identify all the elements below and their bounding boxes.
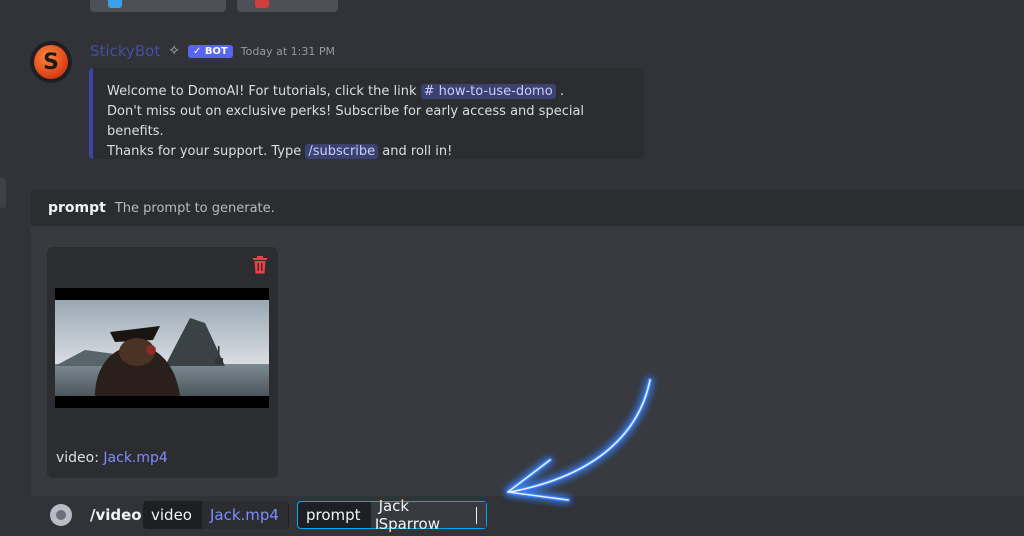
option-description: The prompt to generate. [114,200,275,216]
top-action-button-1[interactable] [90,0,226,12]
author-name[interactable]: StickyBot [90,42,160,60]
message-timestamp: Today at 1:31 PM [240,44,335,58]
text-cursor-icon: I [375,517,380,533]
top-action-button-2[interactable] [237,0,338,12]
bot-avatar[interactable]: S [30,41,72,83]
bot-badge-label: BOT [204,45,228,57]
channel-mention[interactable]: # how-to-use-domo [420,84,556,99]
option-video-value[interactable]: Jack.mp4 [201,501,288,529]
embed-text: Welcome to DomoAI! For tutorials, click … [107,84,417,99]
embed-text: . [559,84,564,99]
attachment-label-prefix: video: [56,450,99,466]
text-caret [476,506,477,524]
video-thumbnail[interactable] [55,288,269,408]
option-prompt-value[interactable]: Jack Sparrow [370,497,486,533]
embed-line-3: Thanks for your support. Type /subscribe… [107,142,644,162]
scroll-edge [0,178,6,208]
arrow-annotation-icon [506,378,652,502]
checkmark-icon: ✓ [192,45,202,57]
app-icon [108,0,122,8]
embed-text: Thanks for your support. Type [107,144,302,159]
prompt-input-text[interactable]: Jack Sparrow [379,497,474,533]
embed-text: and roll in! [382,144,453,159]
message-embed: Welcome to DomoAI! For tutorials, click … [89,68,644,159]
trash-icon[interactable] [249,253,271,277]
message-header: StickyBot ✧ ✓ BOT Today at 1:31 PM [90,42,335,60]
attachment-label: video: Jack.mp4 [56,450,168,466]
option-prompt[interactable]: prompt Jack Sparrow [297,497,487,533]
option-prompt-name: prompt [306,506,361,524]
command-name: /video [90,506,142,524]
sparkle-icon: ✧ [168,43,180,59]
option-video[interactable]: video Jack.mp4 [143,501,289,529]
embed-line-1: Welcome to DomoAI! For tutorials, click … [107,82,644,102]
app-icon [255,0,269,8]
avatar-letter: S [34,45,68,79]
bot-badge: ✓ BOT [187,44,233,58]
embed-line-2: Don't miss out on exclusive perks! Subsc… [107,104,585,139]
option-hint-bar: prompt The prompt to generate. [31,190,1024,226]
option-name: prompt [48,200,106,216]
command-mention[interactable]: /subscribe [305,144,379,159]
attachment-filename[interactable]: Jack.mp4 [103,450,167,466]
option-video-name: video [151,506,192,524]
user-avatar [50,504,72,526]
